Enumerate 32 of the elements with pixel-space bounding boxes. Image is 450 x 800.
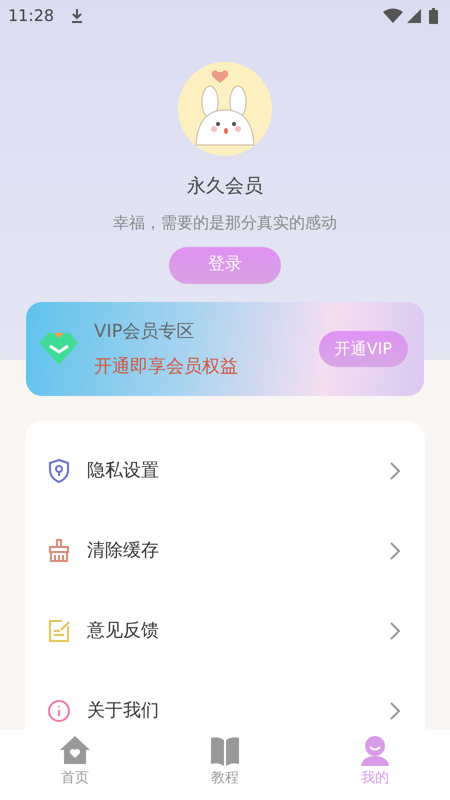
profile-motto: 幸福，需要的是那分真实的感动 bbox=[112, 212, 338, 234]
wifi-icon bbox=[383, 8, 403, 24]
nav-tab[interactable]: 教程 bbox=[185, 734, 265, 789]
menu-label: 关于我们 bbox=[87, 699, 160, 723]
nav-tab[interactable]: 首页 bbox=[35, 734, 115, 789]
shield-icon bbox=[47, 458, 71, 484]
login-button[interactable]: 登录 bbox=[169, 246, 281, 284]
menu-label: 清除缓存 bbox=[87, 539, 160, 563]
diamond-icon bbox=[40, 332, 78, 364]
chevron-right-icon bbox=[389, 700, 401, 720]
menu-label: 意见反馈 bbox=[87, 619, 160, 643]
vip-title: VIP会员专区 bbox=[94, 320, 196, 344]
open-vip-button[interactable]: 开通VIP bbox=[318, 330, 408, 366]
nav-tab[interactable]: 我的 bbox=[335, 734, 415, 789]
menu-item[interactable]: 关于我们 bbox=[47, 670, 401, 730]
menu-label: 隐私设置 bbox=[87, 459, 160, 483]
menu-item[interactable]: 意见反馈 bbox=[47, 590, 401, 670]
broom-icon bbox=[47, 538, 71, 564]
chevron-right-icon bbox=[389, 620, 401, 640]
chevron-right-icon bbox=[389, 540, 401, 560]
note-edit-icon bbox=[47, 618, 71, 644]
download-icon bbox=[70, 8, 84, 24]
menu-item[interactable]: 隐私设置 bbox=[47, 430, 401, 510]
person-icon bbox=[358, 734, 392, 768]
info-icon bbox=[47, 698, 71, 724]
menu-item[interactable]: 清除缓存 bbox=[47, 510, 401, 590]
signal-icon bbox=[407, 9, 421, 23]
clock-time: 11:28 bbox=[8, 5, 54, 27]
profile-name: 永久会员 bbox=[186, 174, 264, 199]
chevron-right-icon bbox=[389, 460, 401, 480]
vip-subtitle: 开通即享会员权益 bbox=[94, 354, 239, 378]
battery-icon bbox=[429, 8, 438, 24]
